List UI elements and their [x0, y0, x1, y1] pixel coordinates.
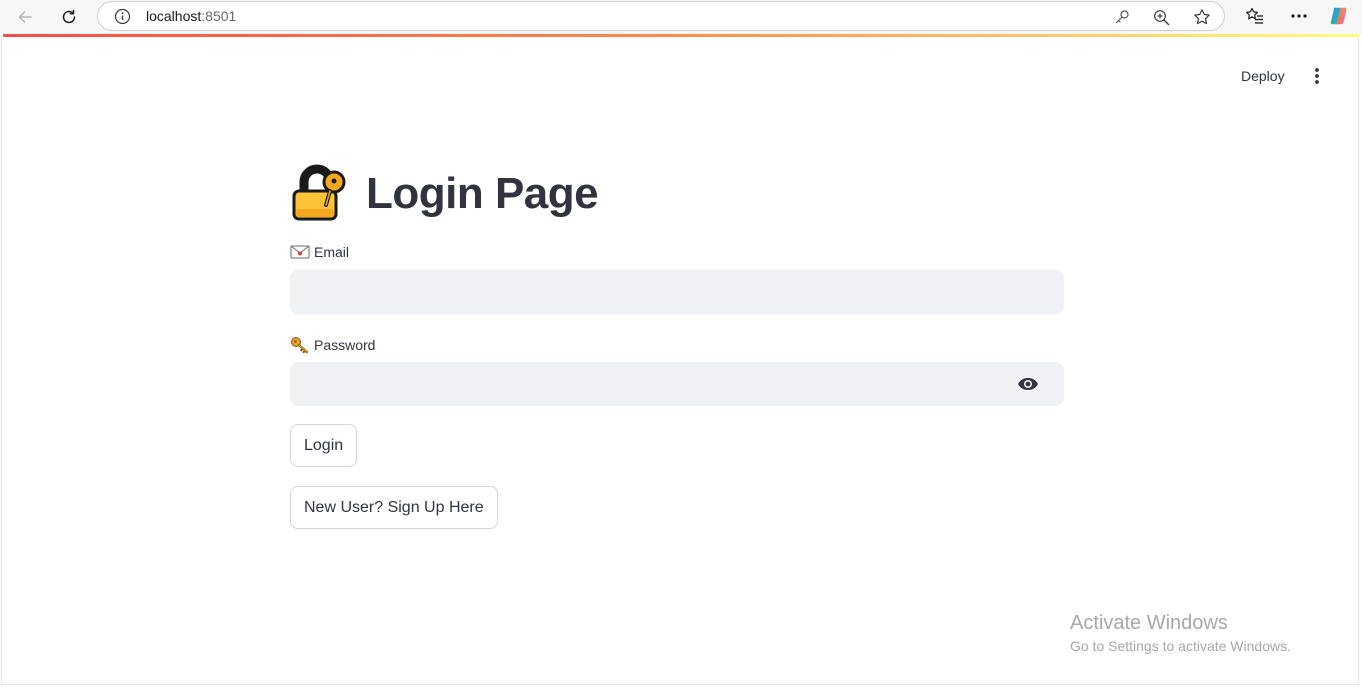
arrow-left-icon	[18, 11, 32, 23]
main-menu-button[interactable]	[1305, 64, 1329, 88]
more-options-icon[interactable]	[1288, 5, 1310, 27]
site-info-icon[interactable]	[114, 8, 131, 30]
back-button[interactable]	[11, 3, 39, 31]
browser-toolbar: localhost:8501	[0, 0, 1362, 34]
lock-with-key-icon	[292, 164, 346, 221]
reload-button[interactable]	[55, 3, 83, 31]
eye-icon	[1018, 378, 1038, 390]
password-label-text: Password	[314, 337, 376, 353]
favorites-list-icon[interactable]	[1244, 5, 1266, 27]
email-label: Email	[290, 242, 349, 262]
show-password-toggle[interactable]	[1014, 372, 1042, 396]
url-text[interactable]: localhost:8501	[146, 8, 236, 24]
page-title: Login Page	[366, 169, 599, 218]
password-input[interactable]	[290, 362, 1064, 406]
password-key-icon[interactable]	[1112, 7, 1132, 27]
email-label-text: Email	[314, 244, 350, 260]
activate-windows-title: Activate Windows	[1070, 612, 1228, 634]
zoom-in-icon[interactable]	[1151, 7, 1171, 27]
activate-windows-subtitle: Go to Settings to activate Windows.	[1070, 638, 1291, 654]
deploy-button[interactable]: Deploy	[1233, 64, 1293, 88]
envelope-icon	[290, 244, 310, 260]
url-port: :8501	[201, 8, 237, 24]
login-button[interactable]: Login	[290, 424, 358, 467]
favorite-star-icon[interactable]	[1192, 7, 1212, 27]
refresh-icon	[62, 9, 76, 24]
kebab-menu-icon	[1315, 68, 1319, 84]
address-bar[interactable]: localhost:8501	[97, 1, 1225, 31]
copilot-icon[interactable]	[1329, 5, 1351, 27]
email-input[interactable]	[290, 270, 1064, 314]
page-title-row: Login Page	[290, 164, 599, 224]
url-host: localhost	[146, 8, 202, 24]
password-label: Password	[290, 335, 375, 355]
signup-button[interactable]: New User? Sign Up Here	[290, 486, 498, 529]
key-icon	[290, 337, 310, 354]
app-viewport	[1, 37, 1359, 685]
